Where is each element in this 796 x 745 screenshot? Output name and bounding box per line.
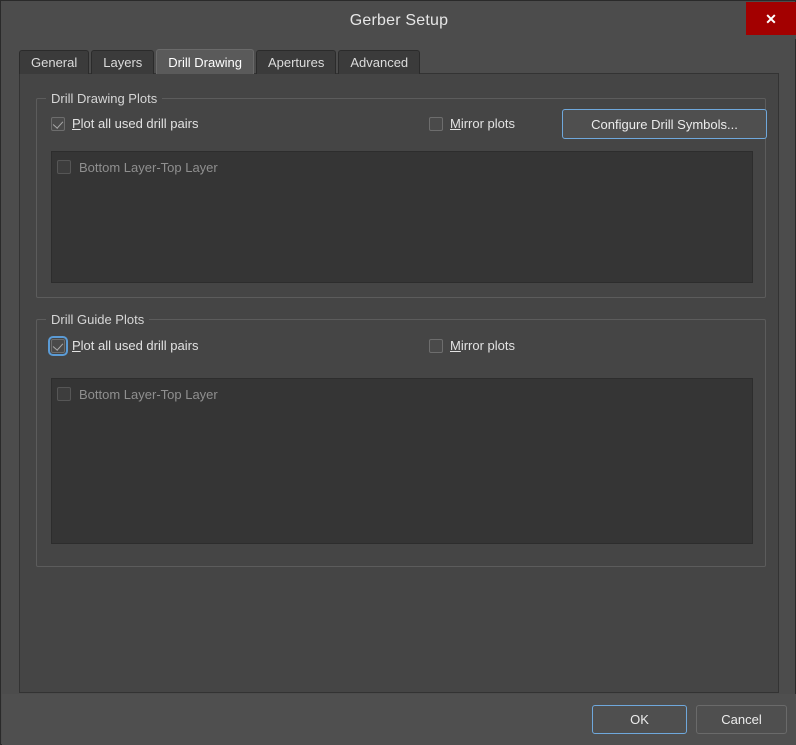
list-item-checkbox [57, 160, 71, 174]
button-label: OK [630, 712, 649, 727]
label-rest: irror plots [460, 116, 516, 131]
tab-page-drill-drawing: Drill Drawing Plots Plot all used drill … [19, 73, 779, 693]
list-item[interactable]: Bottom Layer-Top Layer [52, 384, 752, 404]
gerber-setup-dialog: Gerber Setup ✕ General Layers Drill Drawin… [0, 0, 796, 745]
tab-layers[interactable]: Layers [91, 50, 155, 74]
cancel-button[interactable]: Cancel [696, 705, 787, 734]
ok-button[interactable]: OK [592, 705, 687, 734]
mnemonic-letter: M [450, 338, 461, 353]
checkbox-dg-plot-all-used-drill-pairs[interactable]: Plot all used drill pairs [48, 335, 198, 356]
mnemonic-letter: P [72, 116, 81, 131]
checkbox-label: Mirror plots [450, 116, 515, 131]
checkbox-box [429, 338, 443, 353]
checkbox-label: Plot all used drill pairs [72, 116, 198, 131]
list-item-label: Bottom Layer-Top Layer [79, 159, 218, 175]
group-title-drill-guide-plots: Drill Guide Plots [46, 312, 150, 327]
close-icon: ✕ [765, 10, 777, 27]
checkbox-label: Mirror plots [450, 338, 515, 353]
group-drill-drawing-plots: Drill Drawing Plots Plot all used drill … [36, 91, 767, 298]
tab-apertures[interactable]: Apertures [255, 50, 337, 74]
group-drill-guide-plots: Drill Guide Plots Plot all used drill pa… [36, 312, 766, 567]
group-title-drill-drawing-plots: Drill Drawing Plots [46, 91, 163, 106]
tab-general[interactable]: General [19, 50, 90, 74]
dialog-button-bar: OK Cancel [2, 694, 796, 745]
button-label: Configure Drill Symbols... [591, 116, 738, 132]
checkbox-dd-mirror-plots[interactable]: Mirror plots [429, 116, 515, 131]
checkbox-box [429, 116, 443, 131]
list-item[interactable]: Bottom Layer-Top Layer [52, 157, 752, 177]
checkbox-label: Plot all used drill pairs [72, 338, 198, 353]
tab-advanced[interactable]: Advanced [338, 50, 421, 74]
title-bar: Gerber Setup ✕ [2, 2, 796, 39]
checkbox-dd-plot-all-used-drill-pairs[interactable]: Plot all used drill pairs [51, 116, 198, 131]
checkbox-box [48, 335, 68, 356]
configure-drill-symbols-button[interactable]: Configure Drill Symbols... [562, 109, 767, 139]
mnemonic-letter: M [450, 116, 461, 131]
tab-drill-drawing[interactable]: Drill Drawing [156, 49, 254, 74]
label-rest: lot all used drill pairs [80, 116, 199, 131]
window-title: Gerber Setup [349, 12, 449, 29]
button-label: Cancel [721, 712, 762, 727]
mnemonic-letter: P [72, 338, 81, 353]
label-rest: lot all used drill pairs [80, 338, 199, 353]
checkbox-box [51, 116, 65, 131]
close-button[interactable]: ✕ [746, 2, 796, 35]
label-rest: irror plots [460, 338, 516, 353]
tab-bar: General Layers Drill Drawing Apertures Advan… [19, 49, 422, 74]
checkbox-dg-mirror-plots[interactable]: Mirror plots [429, 338, 515, 353]
drill-drawing-pairs-list[interactable]: Bottom Layer-Top Layer [51, 151, 753, 283]
drill-guide-pairs-list[interactable]: Bottom Layer-Top Layer [51, 378, 753, 544]
list-item-checkbox [57, 387, 71, 401]
list-item-label: Bottom Layer-Top Layer [79, 386, 218, 402]
